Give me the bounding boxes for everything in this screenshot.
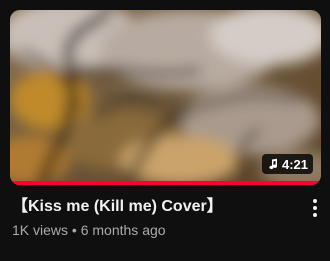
video-metadata: 1K views • 6 months ago <box>12 221 302 239</box>
duration-badge: 4:21 <box>261 154 313 174</box>
video-thumbnail[interactable]: 4:21 <box>10 10 321 185</box>
more-options-button[interactable] <box>308 196 322 220</box>
upload-age: 6 months ago <box>80 222 166 238</box>
duration-text: 4:21 <box>281 156 308 172</box>
video-card[interactable]: 4:21 【Kiss me (Kill me) Cover】 1K views … <box>0 0 330 261</box>
watch-progress-bar <box>10 181 321 185</box>
video-title[interactable]: 【Kiss me (Kill me) Cover】 <box>12 196 302 218</box>
metadata-separator: • <box>71 222 77 238</box>
more-vert-icon <box>313 206 317 210</box>
more-vert-icon <box>313 199 317 203</box>
more-vert-icon <box>313 213 317 217</box>
video-details: 【Kiss me (Kill me) Cover】 1K views • 6 m… <box>12 196 302 239</box>
view-count: 1K views <box>12 222 69 238</box>
watch-progress-fill <box>10 181 321 185</box>
music-note-icon <box>267 158 279 170</box>
